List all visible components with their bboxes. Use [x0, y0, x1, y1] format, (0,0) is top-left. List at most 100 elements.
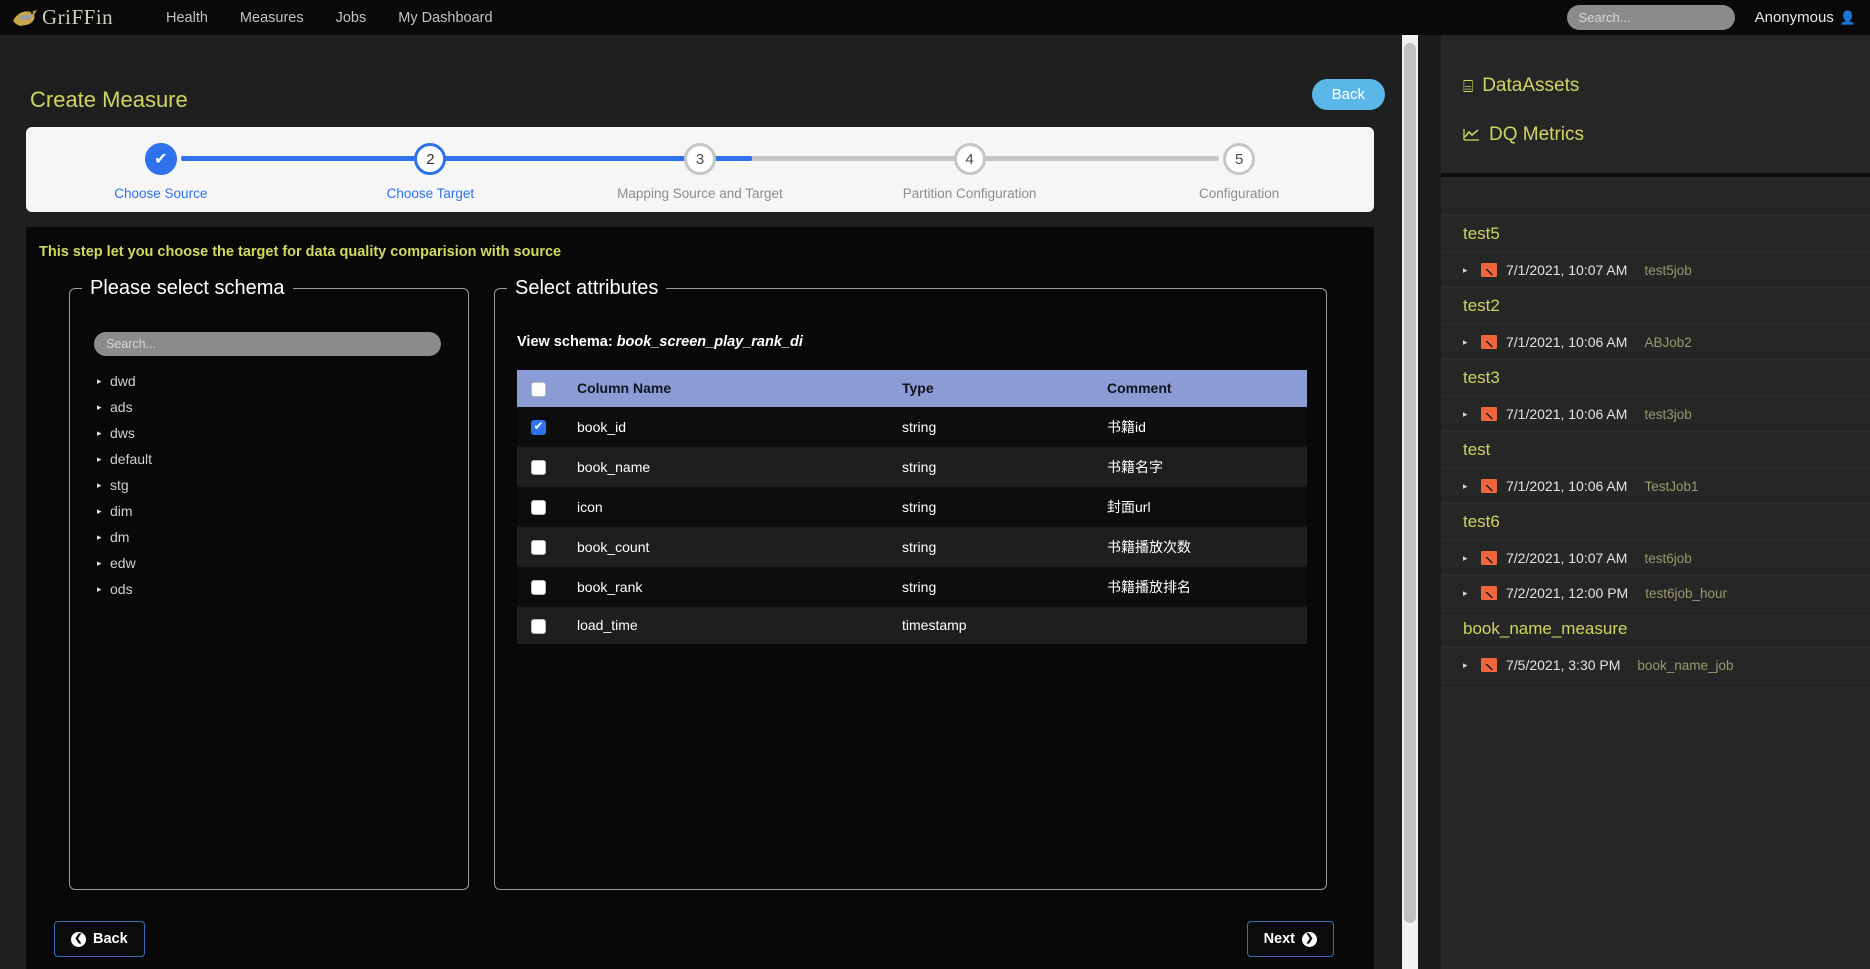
select-all-checkbox[interactable]: [531, 381, 546, 397]
sidebar-measure-group[interactable]: test2: [1441, 288, 1870, 325]
schema-tree-item[interactable]: ▸ ads: [94, 394, 444, 420]
sidebar-links: ⌸ DataAssets DQ Metrics: [1441, 35, 1870, 146]
schema-tree-item[interactable]: ▸ dws: [94, 420, 444, 446]
wizard-next-button[interactable]: Next ❯: [1246, 921, 1334, 957]
schema-tree-item[interactable]: ▸ ods: [94, 576, 444, 602]
chevron-right-icon[interactable]: ▸: [94, 402, 110, 413]
chevron-right-icon[interactable]: ▸: [1463, 660, 1472, 671]
row-checkbox[interactable]: [531, 618, 546, 634]
step-choose-target[interactable]: 2 Choose Target: [296, 127, 566, 212]
cell-column-name: book_count: [577, 538, 650, 555]
main-scrollbar-thumb[interactable]: [1404, 43, 1416, 923]
schema-search-input[interactable]: [94, 332, 441, 356]
th-column-name: Column Name: [577, 370, 902, 407]
cell-type: string: [902, 538, 937, 555]
schema-tree-item[interactable]: ▸ dm: [94, 524, 444, 550]
chevron-right-icon[interactable]: ▸: [1463, 337, 1472, 348]
chevron-right-icon[interactable]: ▸: [94, 584, 110, 595]
table-row[interactable]: load_time timestamp: [517, 606, 1307, 644]
chevron-right-icon[interactable]: ▸: [1463, 588, 1472, 599]
schema-tree-item[interactable]: ▸ stg: [94, 472, 444, 498]
chevron-right-icon[interactable]: ▸: [1463, 409, 1472, 420]
sidebar-job-row[interactable]: ▸ 7/1/2021, 10:06 AM TestJob1: [1441, 469, 1870, 504]
sidebar-item-dq-metrics[interactable]: DQ Metrics: [1463, 124, 1870, 146]
chevron-right-icon[interactable]: ▸: [94, 506, 110, 517]
chevron-right-icon[interactable]: ▸: [94, 376, 110, 387]
sidebar-job-row[interactable]: ▸ 7/1/2021, 10:06 AM ABJob2: [1441, 325, 1870, 360]
schema-tree-item-label: dm: [110, 529, 130, 545]
table-grid-icon: ⌸: [1463, 76, 1474, 96]
sidebar-measure-group[interactable]: book_name_measure: [1441, 611, 1870, 648]
step-mapping-source-and-target[interactable]: 3 Mapping Source and Target: [565, 127, 835, 212]
step-4-circle[interactable]: 4: [953, 143, 986, 175]
nav-link-jobs[interactable]: Jobs: [320, 10, 383, 26]
table-row[interactable]: icon string 封面url: [517, 486, 1307, 527]
step-1-circle[interactable]: ✔: [144, 143, 177, 175]
table-row[interactable]: book_count string 书籍播放次数: [517, 526, 1307, 567]
sidebar-job-name: test5job: [1644, 262, 1692, 278]
step-2-circle[interactable]: 2: [414, 143, 447, 175]
brand-logo-link[interactable]: GriFFin: [10, 5, 130, 30]
chevron-right-icon[interactable]: ▸: [1463, 553, 1472, 564]
sidebar-measure-group[interactable]: test5: [1441, 216, 1870, 253]
schema-tree-item[interactable]: ▸ edw: [94, 550, 444, 576]
chart-job-icon: [1481, 335, 1497, 349]
row-checkbox[interactable]: [531, 500, 546, 516]
table-row[interactable]: book_name string 书籍名字: [517, 446, 1307, 487]
chevron-right-icon[interactable]: ▸: [1463, 481, 1472, 492]
sidebar-job-row[interactable]: ▸ 7/1/2021, 10:06 AM test3job: [1441, 397, 1870, 432]
chevron-right-icon[interactable]: ▸: [94, 428, 110, 439]
nav-link-my-dashboard[interactable]: My Dashboard: [382, 10, 508, 26]
user-icon: 👤: [1839, 9, 1856, 25]
row-checkbox[interactable]: [531, 580, 546, 596]
chevron-right-icon[interactable]: ▸: [94, 454, 110, 465]
page-back-button[interactable]: Back: [1311, 79, 1385, 110]
nav-links: Health Measures Jobs My Dashboard: [150, 10, 509, 26]
sidebar-item-dataassets-label: DataAssets: [1482, 75, 1580, 96]
row-checkbox[interactable]: [531, 419, 546, 436]
sidebar-measure-group[interactable]: test: [1441, 432, 1870, 469]
row-checkbox[interactable]: [531, 540, 546, 556]
sidebar-job-row[interactable]: ▸ 7/2/2021, 12:00 PM test6job_hour: [1441, 576, 1870, 611]
row-checkbox[interactable]: [531, 460, 546, 476]
cell-comment: 书籍播放排名: [1107, 578, 1191, 595]
table-row[interactable]: book_id string 书籍id: [517, 406, 1307, 447]
attributes-panel: Select attributes View schema: book_scre…: [494, 277, 1327, 890]
schema-panel-legend: Please select schema: [90, 277, 285, 299]
global-search-input[interactable]: [1566, 5, 1735, 30]
attributes-table: Column Name Type Comment book_idstring书籍…: [517, 370, 1307, 644]
step-choose-source[interactable]: ✔ Choose Source: [26, 127, 296, 212]
chart-job-icon: [1481, 479, 1497, 493]
sidebar-job-row[interactable]: ▸ 7/5/2021, 3:30 PM book_name_job: [1441, 648, 1870, 683]
step-partition-configuration[interactable]: 4 Partition Configuration: [835, 127, 1105, 212]
nav-link-health[interactable]: Health: [150, 10, 224, 26]
schema-tree-item[interactable]: ▸ dwd: [94, 368, 444, 394]
sidebar-measure-group[interactable]: test6: [1441, 504, 1870, 541]
schema-tree-item[interactable]: ▸ default: [94, 446, 444, 472]
wizard-stepper: ✔ Choose Source 2 Choose Target 3 Mappin…: [26, 127, 1374, 212]
sidebar-job-row[interactable]: ▸ 7/1/2021, 10:07 AM test5job: [1441, 253, 1870, 288]
nav-link-measures[interactable]: Measures: [224, 10, 320, 26]
chevron-right-icon[interactable]: ▸: [94, 480, 110, 491]
sidebar-job-row[interactable]: ▸ 7/2/2021, 10:07 AM test6job: [1441, 541, 1870, 576]
chevron-right-icon[interactable]: ▸: [94, 558, 110, 569]
step-5-circle[interactable]: 5: [1223, 143, 1256, 175]
schema-tree-item[interactable]: ▸ dim: [94, 498, 444, 524]
table-row[interactable]: book_rank string 书籍播放排名: [517, 566, 1307, 607]
sidebar-item-dataassets[interactable]: ⌸ DataAssets: [1463, 75, 1870, 97]
chevron-right-icon[interactable]: ▸: [94, 532, 110, 543]
wizard-next-label: Next: [1263, 931, 1295, 947]
th-type: Type: [902, 370, 1107, 407]
select-all-cell: [517, 370, 577, 407]
chevron-right-icon[interactable]: ▸: [1463, 265, 1472, 276]
row-select-cell: [517, 487, 577, 527]
step-3-circle[interactable]: 3: [683, 143, 716, 175]
step-4-label: Partition Configuration: [902, 186, 1037, 201]
sidebar-measure-list: test5 ▸ 7/1/2021, 10:07 AM test5job test2 ▸ 7/…: [1441, 215, 1870, 683]
attributes-table-head: Column Name Type Comment: [517, 370, 1307, 407]
sidebar-measure-group[interactable]: test3: [1441, 360, 1870, 397]
wizard-back-button[interactable]: ❮ Back: [54, 921, 145, 957]
user-menu[interactable]: Anonymous 👤: [1755, 9, 1856, 26]
step-configuration[interactable]: 5 Configuration: [1104, 127, 1374, 212]
arrow-left-circle-icon: ❮: [71, 931, 86, 947]
